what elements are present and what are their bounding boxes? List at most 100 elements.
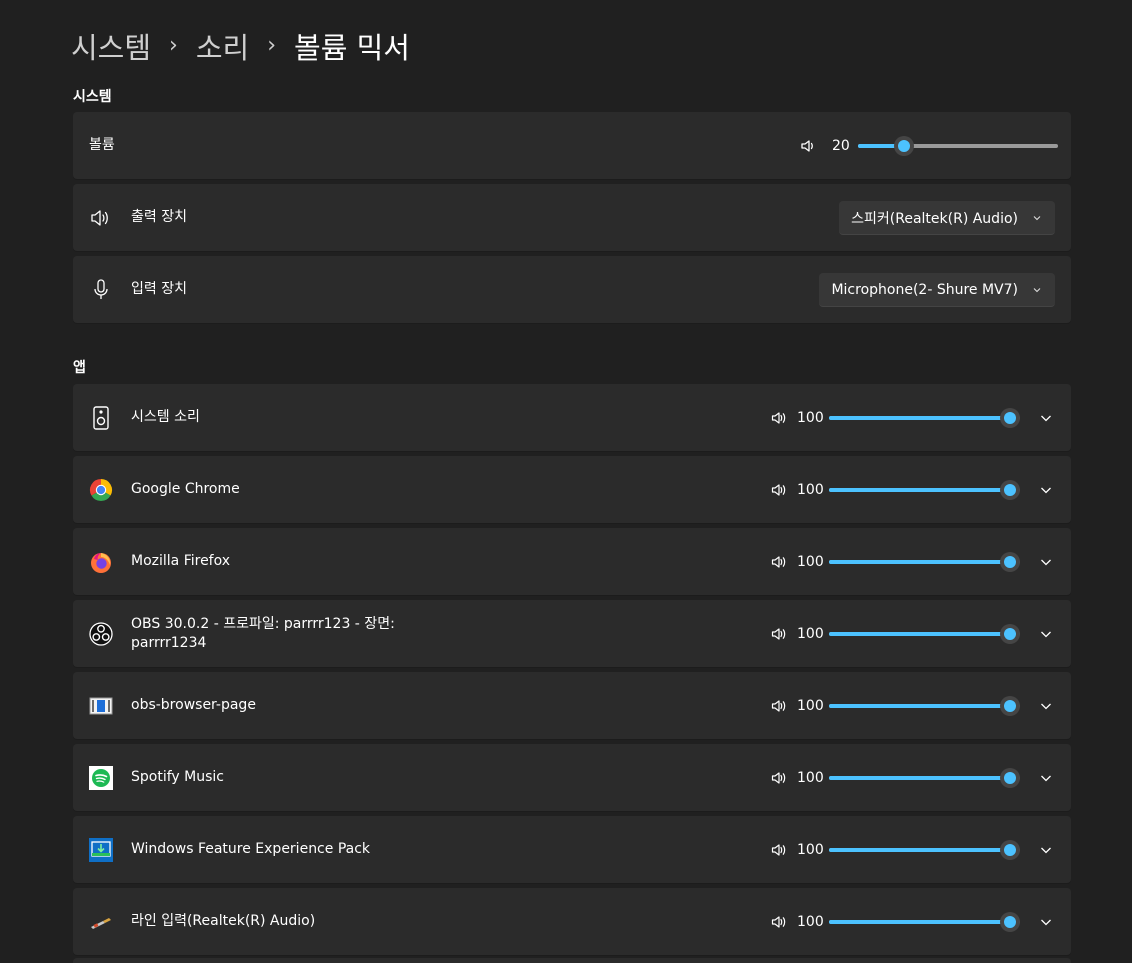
speaker-icon[interactable]: [771, 842, 787, 858]
slider-thumb[interactable]: [1000, 695, 1020, 716]
breadcrumb-sound[interactable]: 소리: [196, 25, 249, 67]
app-volume-value: 100: [797, 841, 824, 858]
speaker-loud-icon: [89, 206, 113, 230]
app-volume-control: 100: [771, 888, 1020, 955]
spotify-icon: [89, 766, 113, 790]
input-device-dropdown[interactable]: Microphone(2- Shure MV7): [819, 273, 1055, 307]
output-device-card: 출력 장치 스피커(Realtek(R) Audio): [73, 184, 1071, 251]
app-name: Windows Feature Experience Pack: [131, 841, 371, 857]
app-row-obs-browser-page: obs-browser-page 100: [73, 672, 1071, 739]
slider-fill: [829, 631, 1010, 636]
slider-fill: [829, 559, 1010, 564]
breadcrumb-separator: ›: [267, 32, 277, 58]
speaker-icon[interactable]: [771, 410, 787, 426]
slider-fill: [829, 919, 1010, 924]
slider-fill: [829, 847, 1010, 852]
app-volume-control: 100: [771, 384, 1020, 451]
breadcrumb-system[interactable]: 시스템: [71, 25, 151, 67]
breadcrumb-separator: ›: [169, 32, 178, 58]
input-device-label: 입력 장치: [131, 281, 187, 297]
app-volume-control: 100: [771, 600, 1020, 667]
app-name: 시스템 소리: [131, 409, 200, 425]
volume-label: 볼륨: [89, 137, 115, 153]
app-row-chrome: Google Chrome 100: [73, 456, 1071, 523]
system-volume-control: 20: [800, 112, 1058, 179]
app-volume-slider[interactable]: [829, 839, 1020, 860]
slider-thumb[interactable]: [1000, 551, 1020, 572]
app-row-obs: OBS 30.0.2 - 프로파일: parrrr123 - 장면: parrr…: [73, 600, 1071, 667]
app-volume-slider[interactable]: [829, 695, 1020, 716]
app-volume-slider[interactable]: [829, 911, 1020, 932]
app-row-system-sounds: 시스템 소리 100: [73, 384, 1071, 451]
app-volume-slider[interactable]: [829, 623, 1020, 644]
app-name: 라인 입력(Realtek(R) Audio): [131, 913, 316, 929]
app-volume-control: 100: [771, 672, 1020, 739]
app-volume-control: 100: [771, 528, 1020, 595]
app-volume-value: 100: [797, 553, 824, 570]
app-volume-slider[interactable]: [829, 407, 1020, 428]
app-row-spotify: Spotify Music 100: [73, 744, 1071, 811]
app-volume-slider[interactable]: [829, 551, 1020, 572]
app-volume-slider[interactable]: [829, 479, 1020, 500]
expand-chevron-icon[interactable]: [1035, 839, 1057, 861]
page-title: 볼륨 믹서: [294, 31, 410, 65]
app-volume-value: 100: [797, 697, 824, 714]
slider-thumb[interactable]: [1000, 911, 1020, 932]
expand-chevron-icon[interactable]: [1035, 623, 1057, 645]
app-volume-value: 100: [797, 769, 824, 786]
apps-section-title: 앱: [73, 360, 86, 376]
slider-thumb[interactable]: [894, 135, 914, 156]
system-volume-slider[interactable]: [858, 135, 1058, 156]
output-device-value: 스피커(Realtek(R) Audio): [851, 210, 1018, 227]
slider-thumb[interactable]: [1000, 407, 1020, 428]
slider-thumb[interactable]: [1000, 767, 1020, 788]
app-name: Spotify Music: [131, 769, 224, 785]
app-name: Google Chrome: [131, 481, 240, 497]
slider-fill: [829, 415, 1010, 420]
expand-chevron-icon[interactable]: [1035, 695, 1057, 717]
speaker-icon[interactable]: [771, 482, 787, 498]
expand-chevron-icon[interactable]: [1035, 551, 1057, 573]
app-row-line-in: 라인 입력(Realtek(R) Audio) 100: [73, 888, 1071, 955]
slider-fill: [829, 487, 1010, 492]
app-row-windows-feature-pack: Windows Feature Experience Pack 100: [73, 816, 1071, 883]
expand-chevron-icon[interactable]: [1035, 407, 1057, 429]
speaker-icon[interactable]: [771, 554, 787, 570]
app-name: OBS 30.0.2 - 프로파일: parrrr123 - 장면:: [131, 615, 395, 632]
firefox-icon: [89, 550, 113, 574]
system-volume-card: 볼륨 20: [73, 112, 1071, 179]
speaker-icon[interactable]: [800, 138, 816, 154]
chevron-down-icon: [1032, 285, 1042, 295]
slider-thumb[interactable]: [1000, 623, 1020, 644]
slider-thumb[interactable]: [1000, 479, 1020, 500]
slider-thumb[interactable]: [1000, 839, 1020, 860]
app-name: obs-browser-page: [131, 697, 256, 713]
obs-browser-page-icon: [89, 694, 113, 718]
breadcrumb: 시스템 › 소리 › 볼륨 믹서: [71, 24, 410, 68]
chevron-down-icon: [1032, 213, 1042, 223]
output-device-label: 출력 장치: [131, 209, 187, 225]
speaker-icon[interactable]: [771, 914, 787, 930]
expand-chevron-icon[interactable]: [1035, 911, 1057, 933]
app-volume-value: 100: [797, 913, 824, 930]
app-row-partial: [73, 958, 1071, 963]
slider-fill: [829, 775, 1010, 780]
input-device-card: 입력 장치 Microphone(2- Shure MV7): [73, 256, 1071, 323]
app-volume-control: 100: [771, 456, 1020, 523]
system-section-title: 시스템: [73, 89, 112, 105]
speaker-icon[interactable]: [771, 698, 787, 714]
expand-chevron-icon[interactable]: [1035, 767, 1057, 789]
line-in-icon: [89, 910, 113, 934]
slider-fill: [829, 703, 1010, 708]
app-name-continued: parrrr1234: [131, 634, 207, 651]
expand-chevron-icon[interactable]: [1035, 479, 1057, 501]
app-volume-value: 100: [797, 409, 824, 426]
chrome-icon: [89, 478, 113, 502]
app-volume-control: 100: [771, 816, 1020, 883]
speaker-icon[interactable]: [771, 626, 787, 642]
output-device-dropdown[interactable]: 스피커(Realtek(R) Audio): [839, 201, 1055, 235]
system-sounds-icon: [89, 406, 113, 430]
obs-icon: [89, 622, 113, 646]
speaker-icon[interactable]: [771, 770, 787, 786]
app-volume-slider[interactable]: [829, 767, 1020, 788]
